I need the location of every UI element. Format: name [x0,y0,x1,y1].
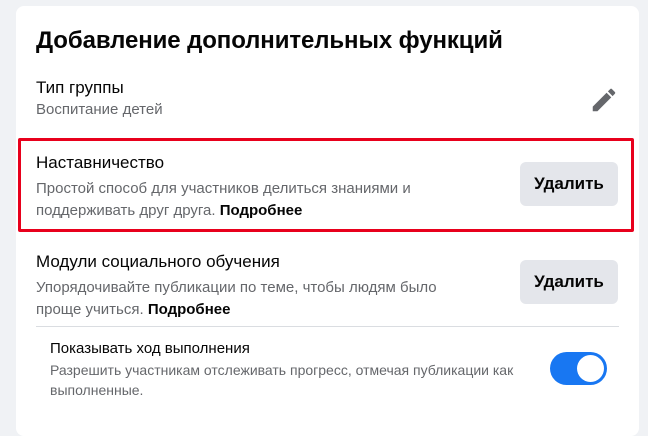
toggle-knob [577,355,604,382]
mentorship-description: Простой способ для участников делиться з… [36,180,411,219]
mentorship-title: Наставничество [36,153,165,172]
progress-setting-title: Показывать ход выполнения [50,340,250,357]
group-type-value: Воспитание детей [36,101,163,118]
remove-mentorship-button[interactable]: Удалить [520,162,618,206]
social-learning-title: Модули социального обучения [36,252,280,271]
pencil-icon[interactable] [589,85,619,115]
progress-setting-description: Разрешить участникам отслеживать прогрес… [50,362,514,398]
add-features-card: Добавление дополнительных функций Тип гр… [16,6,639,436]
remove-social-learning-button[interactable]: Удалить [520,260,618,304]
social-learning-description: Упорядочивайте публикации по теме, чтобы… [36,279,437,318]
page-title: Добавление дополнительных функций [36,27,503,54]
divider [36,326,619,327]
social-learning-more-link[interactable]: Подробнее [148,301,231,318]
mentorship-more-link[interactable]: Подробнее [220,202,303,219]
progress-toggle[interactable] [550,352,607,385]
group-type-label: Тип группы [36,78,124,97]
